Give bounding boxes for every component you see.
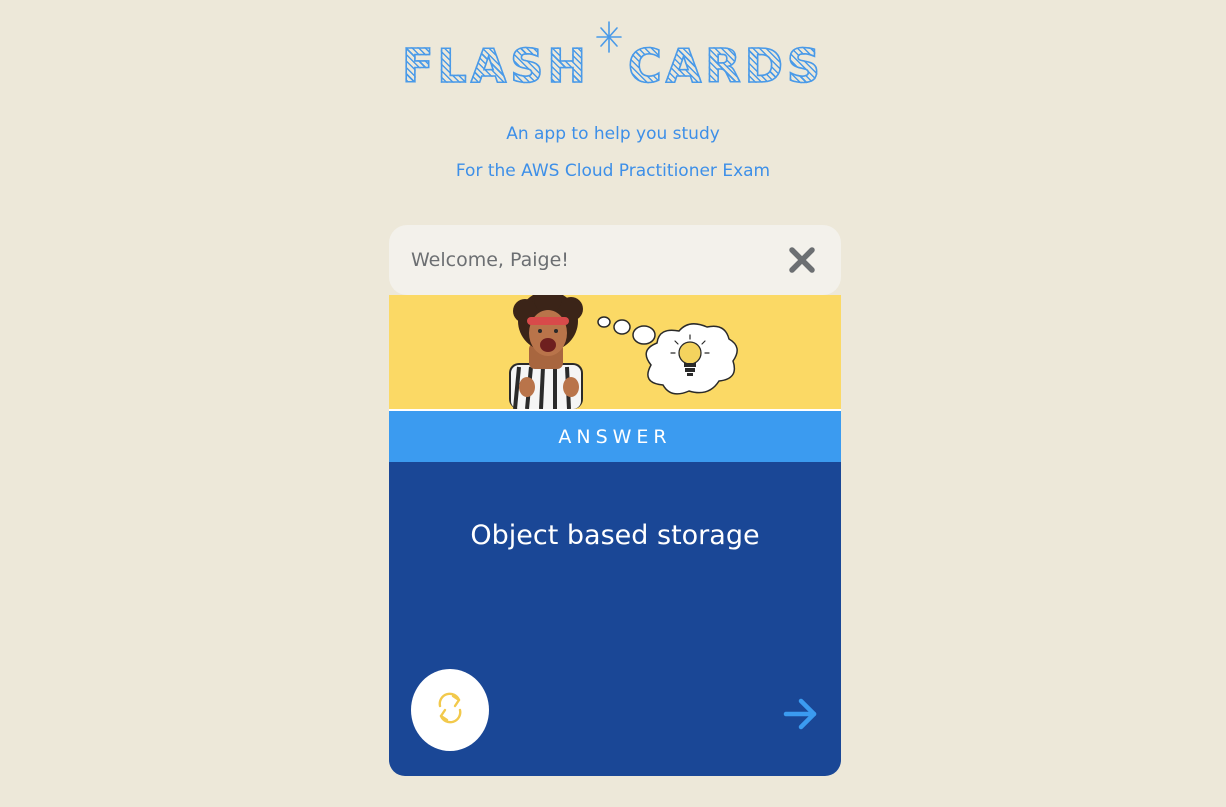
close-icon[interactable] — [785, 243, 819, 277]
flip-card-button[interactable] — [411, 669, 489, 751]
arrow-right-icon — [782, 696, 820, 736]
next-card-button[interactable] — [781, 696, 821, 736]
flip-icon — [435, 690, 465, 730]
sparkle-icon — [594, 20, 624, 96]
card-side-header: ANSWER — [389, 409, 841, 462]
flash-card: ANSWER Object based storage — [389, 295, 841, 776]
welcome-banner: Welcome, Paige! — [389, 225, 841, 295]
card-body: Object based storage — [389, 462, 841, 776]
card-side-label: ANSWER — [558, 425, 672, 448]
welcome-message: Welcome, Paige! — [411, 249, 569, 271]
woman-figure — [509, 295, 583, 410]
logo-word-flash: FLASH — [401, 36, 590, 96]
thought-bubble — [597, 316, 738, 395]
logo-word-cards: CARDS — [627, 36, 824, 96]
woman-lightbulb-thought-illustration — [389, 295, 841, 410]
app-logo: FLASH CARDS — [0, 20, 1226, 96]
subtitle-exam: For the AWS Cloud Practitioner Exam — [455, 161, 771, 181]
card-answer-text: Object based storage — [470, 520, 760, 551]
subtitle-tagline: An app to help you study — [506, 124, 720, 144]
